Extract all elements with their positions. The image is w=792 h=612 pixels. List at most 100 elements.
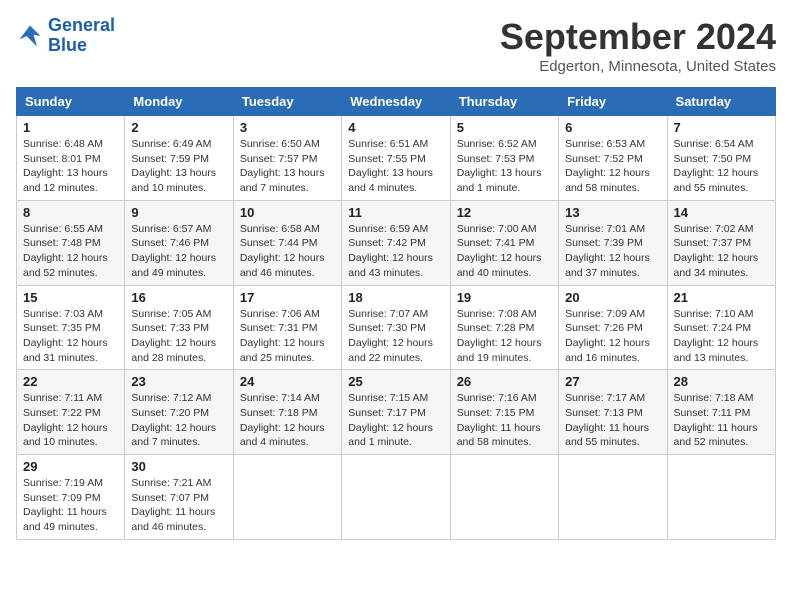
sunset-text: Sunset: 7:13 PM bbox=[565, 407, 643, 419]
day-number: 7 bbox=[674, 120, 769, 135]
day-number: 10 bbox=[240, 205, 335, 220]
day-number: 18 bbox=[348, 290, 443, 305]
calendar-day-header: Sunday bbox=[17, 88, 125, 116]
daylight-text: Daylight: 12 hours and 37 minutes. bbox=[565, 252, 650, 279]
sunset-text: Sunset: 7:15 PM bbox=[457, 407, 535, 419]
daylight-text: Daylight: 12 hours and 22 minutes. bbox=[348, 337, 433, 364]
sunrise-text: Sunrise: 7:11 AM bbox=[23, 392, 102, 404]
calendar-cell: 18 Sunrise: 7:07 AM Sunset: 7:30 PM Dayl… bbox=[342, 285, 450, 370]
daylight-text: Daylight: 11 hours and 46 minutes. bbox=[131, 506, 215, 533]
day-info: Sunrise: 7:00 AM Sunset: 7:41 PM Dayligh… bbox=[457, 222, 552, 281]
sunrise-text: Sunrise: 6:57 AM bbox=[131, 223, 211, 235]
calendar-cell: 7 Sunrise: 6:54 AM Sunset: 7:50 PM Dayli… bbox=[667, 116, 775, 201]
title-area: September 2024 Edgerton, Minnesota, Unit… bbox=[500, 16, 776, 75]
calendar-cell: 2 Sunrise: 6:49 AM Sunset: 7:59 PM Dayli… bbox=[125, 116, 233, 201]
calendar-day-header: Wednesday bbox=[342, 88, 450, 116]
calendar-cell: 19 Sunrise: 7:08 AM Sunset: 7:28 PM Dayl… bbox=[450, 285, 558, 370]
daylight-text: Daylight: 12 hours and 13 minutes. bbox=[674, 337, 759, 364]
day-number: 30 bbox=[131, 459, 226, 474]
page-title: September 2024 bbox=[500, 16, 776, 58]
daylight-text: Daylight: 12 hours and 7 minutes. bbox=[131, 422, 216, 449]
sunset-text: Sunset: 7:24 PM bbox=[674, 322, 752, 334]
page-subtitle: Edgerton, Minnesota, United States bbox=[500, 58, 776, 75]
daylight-text: Daylight: 11 hours and 55 minutes. bbox=[565, 422, 649, 449]
day-info: Sunrise: 7:19 AM Sunset: 7:09 PM Dayligh… bbox=[23, 476, 118, 535]
calendar-week-row: 15 Sunrise: 7:03 AM Sunset: 7:35 PM Dayl… bbox=[17, 285, 776, 370]
daylight-text: Daylight: 12 hours and 34 minutes. bbox=[674, 252, 759, 279]
logo-line1: General bbox=[48, 15, 115, 35]
sunset-text: Sunset: 7:35 PM bbox=[23, 322, 101, 334]
day-number: 5 bbox=[457, 120, 552, 135]
sunrise-text: Sunrise: 7:14 AM bbox=[240, 392, 320, 404]
sunrise-text: Sunrise: 7:10 AM bbox=[674, 308, 754, 320]
daylight-text: Daylight: 12 hours and 19 minutes. bbox=[457, 337, 542, 364]
day-info: Sunrise: 7:12 AM Sunset: 7:20 PM Dayligh… bbox=[131, 391, 226, 450]
calendar-cell: 20 Sunrise: 7:09 AM Sunset: 7:26 PM Dayl… bbox=[559, 285, 667, 370]
day-number: 21 bbox=[674, 290, 769, 305]
daylight-text: Daylight: 11 hours and 58 minutes. bbox=[457, 422, 541, 449]
day-info: Sunrise: 7:02 AM Sunset: 7:37 PM Dayligh… bbox=[674, 222, 769, 281]
calendar-cell: 13 Sunrise: 7:01 AM Sunset: 7:39 PM Dayl… bbox=[559, 200, 667, 285]
sunrise-text: Sunrise: 6:49 AM bbox=[131, 138, 211, 150]
day-info: Sunrise: 6:59 AM Sunset: 7:42 PM Dayligh… bbox=[348, 222, 443, 281]
day-number: 19 bbox=[457, 290, 552, 305]
sunset-text: Sunset: 7:39 PM bbox=[565, 237, 643, 249]
logo-text: General Blue bbox=[48, 16, 115, 56]
sunset-text: Sunset: 7:44 PM bbox=[240, 237, 318, 249]
sunrise-text: Sunrise: 6:52 AM bbox=[457, 138, 537, 150]
sunrise-text: Sunrise: 7:00 AM bbox=[457, 223, 537, 235]
day-number: 1 bbox=[23, 120, 118, 135]
calendar-cell bbox=[559, 455, 667, 540]
sunset-text: Sunset: 7:11 PM bbox=[674, 407, 751, 419]
daylight-text: Daylight: 12 hours and 4 minutes. bbox=[240, 422, 325, 449]
daylight-text: Daylight: 13 hours and 1 minute. bbox=[457, 167, 542, 194]
sunrise-text: Sunrise: 7:03 AM bbox=[23, 308, 103, 320]
daylight-text: Daylight: 13 hours and 10 minutes. bbox=[131, 167, 216, 194]
calendar-cell: 4 Sunrise: 6:51 AM Sunset: 7:55 PM Dayli… bbox=[342, 116, 450, 201]
daylight-text: Daylight: 12 hours and 16 minutes. bbox=[565, 337, 650, 364]
day-info: Sunrise: 7:10 AM Sunset: 7:24 PM Dayligh… bbox=[674, 307, 769, 366]
sunrise-text: Sunrise: 7:18 AM bbox=[674, 392, 754, 404]
sunset-text: Sunset: 7:09 PM bbox=[23, 492, 101, 504]
sunset-text: Sunset: 7:28 PM bbox=[457, 322, 535, 334]
day-number: 13 bbox=[565, 205, 660, 220]
calendar-cell: 26 Sunrise: 7:16 AM Sunset: 7:15 PM Dayl… bbox=[450, 370, 558, 455]
daylight-text: Daylight: 11 hours and 52 minutes. bbox=[674, 422, 758, 449]
calendar-week-row: 29 Sunrise: 7:19 AM Sunset: 7:09 PM Dayl… bbox=[17, 455, 776, 540]
sunrise-text: Sunrise: 7:16 AM bbox=[457, 392, 537, 404]
daylight-text: Daylight: 12 hours and 28 minutes. bbox=[131, 337, 216, 364]
day-number: 27 bbox=[565, 374, 660, 389]
sunset-text: Sunset: 7:59 PM bbox=[131, 153, 209, 165]
day-number: 20 bbox=[565, 290, 660, 305]
sunset-text: Sunset: 7:42 PM bbox=[348, 237, 426, 249]
calendar-day-header: Saturday bbox=[667, 88, 775, 116]
day-number: 16 bbox=[131, 290, 226, 305]
daylight-text: Daylight: 13 hours and 4 minutes. bbox=[348, 167, 433, 194]
day-info: Sunrise: 7:14 AM Sunset: 7:18 PM Dayligh… bbox=[240, 391, 335, 450]
calendar-cell: 3 Sunrise: 6:50 AM Sunset: 7:57 PM Dayli… bbox=[233, 116, 341, 201]
sunrise-text: Sunrise: 7:21 AM bbox=[131, 477, 211, 489]
day-info: Sunrise: 7:08 AM Sunset: 7:28 PM Dayligh… bbox=[457, 307, 552, 366]
calendar-table: SundayMondayTuesdayWednesdayThursdayFrid… bbox=[16, 87, 776, 540]
calendar-cell: 8 Sunrise: 6:55 AM Sunset: 7:48 PM Dayli… bbox=[17, 200, 125, 285]
calendar-cell bbox=[667, 455, 775, 540]
day-number: 2 bbox=[131, 120, 226, 135]
sunrise-text: Sunrise: 6:48 AM bbox=[23, 138, 103, 150]
day-info: Sunrise: 6:48 AM Sunset: 8:01 PM Dayligh… bbox=[23, 137, 118, 196]
page-header: General Blue September 2024 Edgerton, Mi… bbox=[16, 16, 776, 75]
calendar-cell bbox=[342, 455, 450, 540]
daylight-text: Daylight: 11 hours and 49 minutes. bbox=[23, 506, 107, 533]
day-number: 24 bbox=[240, 374, 335, 389]
day-info: Sunrise: 6:58 AM Sunset: 7:44 PM Dayligh… bbox=[240, 222, 335, 281]
sunset-text: Sunset: 7:57 PM bbox=[240, 153, 318, 165]
daylight-text: Daylight: 12 hours and 46 minutes. bbox=[240, 252, 325, 279]
logo-line2: Blue bbox=[48, 35, 87, 55]
day-info: Sunrise: 7:05 AM Sunset: 7:33 PM Dayligh… bbox=[131, 307, 226, 366]
calendar-cell: 28 Sunrise: 7:18 AM Sunset: 7:11 PM Dayl… bbox=[667, 370, 775, 455]
day-number: 4 bbox=[348, 120, 443, 135]
sunrise-text: Sunrise: 7:09 AM bbox=[565, 308, 645, 320]
day-info: Sunrise: 7:09 AM Sunset: 7:26 PM Dayligh… bbox=[565, 307, 660, 366]
sunrise-text: Sunrise: 7:08 AM bbox=[457, 308, 537, 320]
sunset-text: Sunset: 7:26 PM bbox=[565, 322, 643, 334]
sunset-text: Sunset: 8:01 PM bbox=[23, 153, 101, 165]
